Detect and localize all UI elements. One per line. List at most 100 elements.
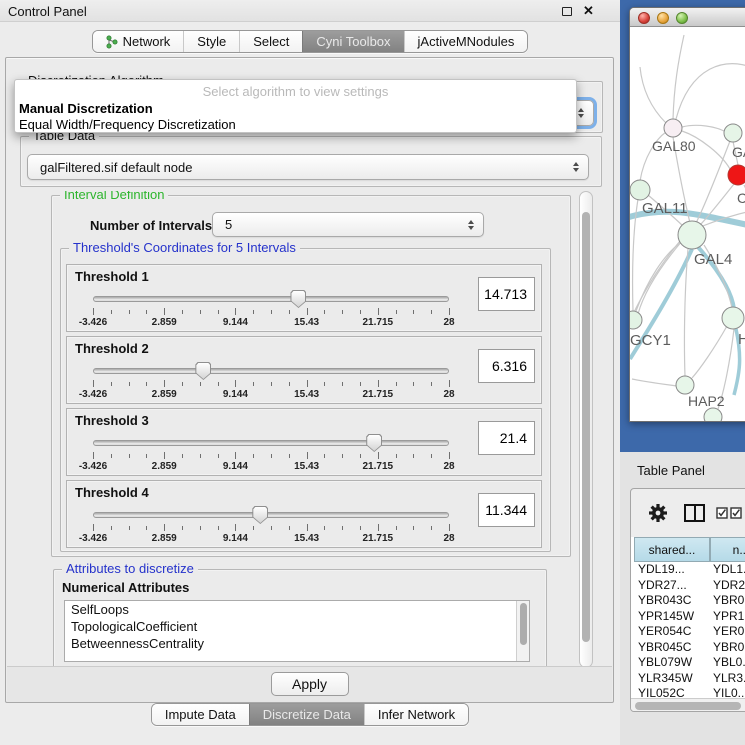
tab-jactivemnodules[interactable]: jActiveMNodules — [404, 31, 528, 52]
attributes-scrollbar-thumb[interactable] — [520, 603, 527, 645]
attribute-list-item[interactable]: TopologicalCoefficient — [65, 618, 529, 635]
ruler-tick — [360, 382, 361, 386]
screen: Control Panel ✕ NetworkStyleSelectCyni T… — [0, 0, 745, 745]
network-node[interactable] — [678, 221, 706, 249]
ruler-tick — [218, 454, 219, 458]
table-data-combobox[interactable]: galFiltered.sif default node — [27, 154, 589, 180]
threshold-slider[interactable]: -3.4262.8599.14415.4321.71528 — [93, 409, 449, 477]
settings-scrollbar-thumb[interactable] — [582, 212, 590, 642]
tab-select[interactable]: Select — [239, 31, 302, 52]
tab-impute-data[interactable]: Impute Data — [152, 704, 249, 725]
threshold-value-field[interactable]: 11.344 — [478, 493, 535, 527]
close-traffic-light-icon[interactable] — [638, 12, 650, 24]
tab-label: Infer Network — [378, 707, 455, 722]
ruler-tick — [449, 380, 450, 387]
threshold-slider[interactable]: -3.4262.8599.14415.4321.71528 — [93, 265, 449, 333]
table-horizontal-scrollbar[interactable] — [631, 698, 745, 711]
dropdown-placeholder: Select algorithm to view settings — [15, 84, 576, 99]
table-row[interactable]: YLR345WYLR3... — [631, 671, 745, 687]
network-node[interactable] — [722, 307, 744, 329]
table-row[interactable]: YDR27...YDR2... — [631, 578, 745, 594]
dropdown-option-equal-width-frequency[interactable]: Equal Width/Frequency Discretization — [19, 117, 236, 132]
ruler-tick — [307, 452, 308, 459]
combo-arrows-icon — [468, 220, 474, 230]
ruler-tick — [164, 308, 165, 315]
threshold-slider[interactable]: -3.4262.8599.14415.4321.71528 — [93, 481, 449, 549]
ruler-tick — [93, 380, 94, 387]
tick-label: -3.426 — [79, 461, 107, 472]
ruler-tick — [146, 526, 147, 530]
slider-handle[interactable] — [366, 434, 382, 452]
ruler-tick — [164, 452, 165, 459]
table-cell: YIL052C — [638, 686, 708, 698]
close-icon[interactable]: ✕ — [583, 3, 594, 19]
slider-handle[interactable] — [252, 506, 268, 524]
ruler-tick — [307, 524, 308, 531]
tab-label: Impute Data — [165, 707, 236, 722]
table-column-header[interactable]: n... — [710, 537, 745, 562]
attribute-list-item[interactable]: BetweennessCentrality — [65, 635, 529, 652]
network-node[interactable] — [724, 124, 742, 142]
tab-network[interactable]: Network — [93, 31, 184, 52]
ruler-tick — [378, 308, 379, 315]
table-column-header[interactable]: shared... — [634, 537, 710, 562]
table-row[interactable]: YBR043CYBR0... — [631, 593, 745, 609]
zoom-traffic-light-icon[interactable] — [676, 12, 688, 24]
numerical-attributes-list[interactable]: SelfLoopsTopologicalCoefficientBetweenne… — [64, 600, 530, 662]
attribute-list-item[interactable]: SelfLoops — [65, 601, 529, 618]
slider-track[interactable] — [93, 440, 449, 446]
tick-label: 28 — [443, 389, 454, 400]
checkbox-icon[interactable] — [730, 507, 742, 519]
tab-style[interactable]: Style — [183, 31, 239, 52]
slider-handle[interactable] — [195, 362, 211, 380]
network-node[interactable] — [664, 119, 682, 137]
slider-handle[interactable] — [290, 290, 306, 308]
threshold-slider[interactable]: -3.4262.8599.14415.4321.71528 — [93, 337, 449, 405]
network-node[interactable] — [630, 180, 650, 200]
table-row[interactable]: YIL052CYIL0... — [631, 686, 745, 698]
tick-label: 28 — [443, 533, 454, 544]
tick-label: 9.144 — [223, 317, 248, 328]
tab-discretize-data[interactable]: Discretize Data — [249, 704, 364, 725]
ruler-tick — [146, 454, 147, 458]
apply-button[interactable]: Apply — [271, 672, 349, 696]
network-canvas[interactable]: GAL80GACGAL11GAL4GCY1HHAP2 — [630, 27, 745, 422]
checkbox-icon[interactable] — [716, 507, 728, 519]
dropdown-option-manual-discretization[interactable]: Manual Discretization — [19, 101, 153, 116]
split-columns-icon[interactable] — [684, 504, 705, 522]
network-node[interactable] — [704, 408, 722, 422]
table-row[interactable]: YBR045CYBR0... — [631, 640, 745, 656]
network-node[interactable] — [676, 376, 694, 394]
threshold-value-field[interactable]: 21.4 — [478, 421, 535, 455]
threshold-value-field[interactable]: 6.316 — [478, 349, 535, 383]
tab-cyni-toolbox[interactable]: Cyni Toolbox — [302, 31, 403, 52]
slider-track[interactable] — [93, 296, 449, 302]
slider-track[interactable] — [93, 368, 449, 374]
slider-tick-labels: -3.4262.8599.14415.4321.71528 — [93, 389, 449, 401]
settings-vertical-scrollbar[interactable] — [579, 191, 593, 668]
gear-icon[interactable] — [647, 502, 669, 524]
tab-label: Style — [197, 34, 226, 49]
table-row[interactable]: YPR145WYPR1... — [631, 609, 745, 625]
tick-label: 2.859 — [152, 461, 177, 472]
table-cell: YDR2... — [713, 578, 745, 594]
network-node[interactable] — [630, 311, 642, 329]
minimize-traffic-light-icon[interactable] — [657, 12, 669, 24]
table-row[interactable]: YBL079WYBL0... — [631, 655, 745, 671]
network-node[interactable] — [728, 165, 745, 185]
table-row[interactable]: YER054CYER0... — [631, 624, 745, 640]
tab-label: jActiveMNodules — [418, 34, 515, 49]
attributes-scrollbar[interactable] — [516, 601, 529, 661]
number-of-intervals-combobox[interactable]: 5 — [212, 212, 484, 237]
threshold-value-field[interactable]: 14.713 — [478, 277, 535, 311]
float-window-icon[interactable] — [562, 7, 572, 16]
slider-track[interactable] — [93, 512, 449, 518]
combo-arrows-icon — [578, 108, 584, 118]
tab-infer-network[interactable]: Infer Network — [364, 704, 468, 725]
ruler-tick — [324, 310, 325, 314]
tick-label: 21.715 — [363, 317, 394, 328]
table-row[interactable]: YDL19...YDL1... — [631, 562, 745, 578]
network-tab-icon — [106, 35, 118, 49]
ruler-tick — [111, 310, 112, 314]
table-hscrollbar-thumb[interactable] — [635, 702, 741, 710]
